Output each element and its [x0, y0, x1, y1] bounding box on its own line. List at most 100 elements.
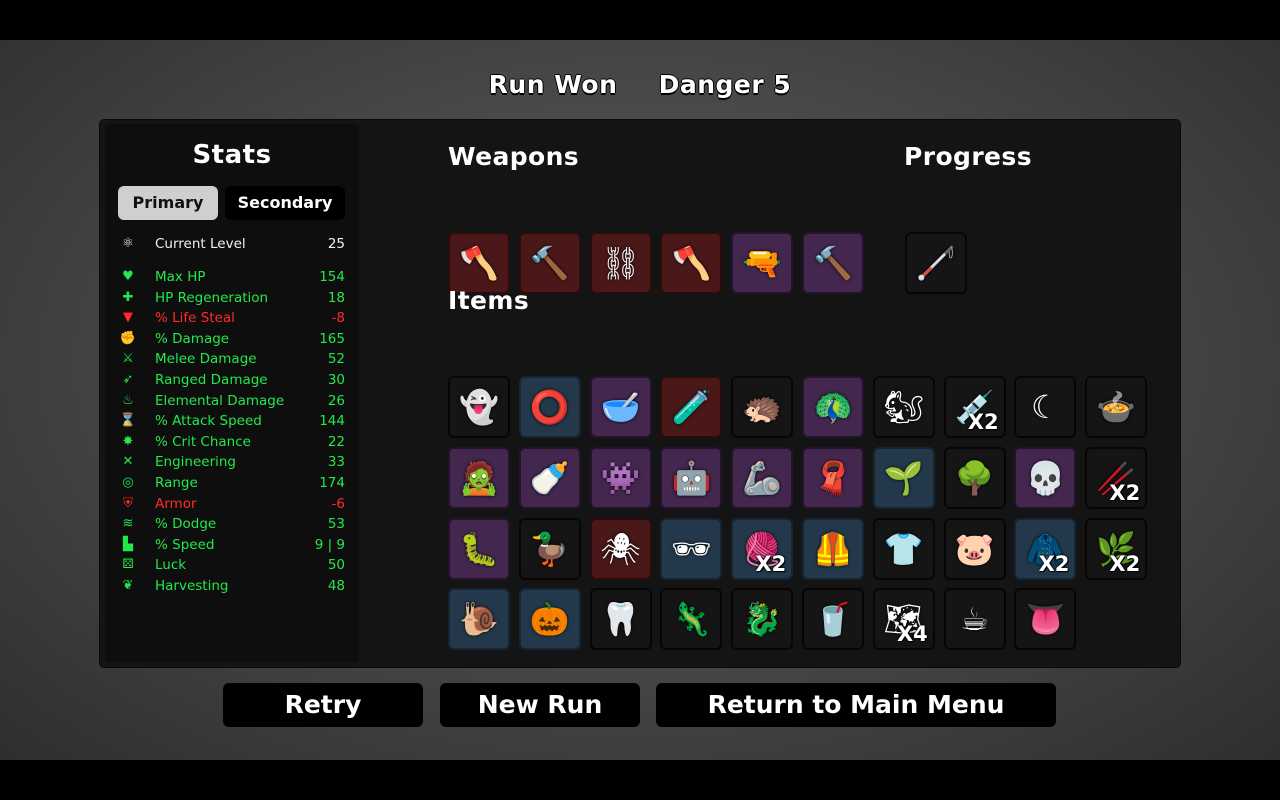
heart-plus-icon: ✚ — [122, 289, 134, 305]
summary-panel: Stats Primary Secondary ⚛ Current Level … — [100, 120, 1180, 667]
items-slot[interactable]: 🐷 — [943, 517, 1006, 580]
stat-value: 174 — [319, 475, 345, 491]
items-title: Items — [448, 286, 530, 315]
items-slot[interactable]: 🧥 X2 — [1014, 517, 1077, 580]
stat-row: ✸ % Crit Chance 22 — [119, 432, 345, 452]
new-run-button[interactable]: New Run — [440, 683, 640, 727]
items-slot[interactable]: 👻 — [448, 376, 510, 438]
item-quantity: X2 — [1109, 480, 1141, 505]
sword-icon: ⚔ — [122, 351, 134, 367]
stat-row: ♥ Max HP 154 — [119, 267, 345, 287]
items-slot[interactable]: 🥤 — [802, 588, 864, 651]
weapons-slot[interactable]: 🔨 — [802, 232, 864, 294]
items-slot[interactable]: 🦾 — [731, 446, 794, 509]
items-slot[interactable]: 🕶 — [660, 517, 723, 580]
main-menu-button[interactable]: Return to Main Menu — [656, 683, 1056, 727]
bow-icon: ➶ — [122, 372, 134, 387]
items-slot[interactable]: 🌱 — [872, 446, 935, 509]
stat-value: 30 — [327, 372, 345, 388]
robot-icon: 🤖 — [671, 458, 712, 497]
level-icon: ⚛ — [122, 236, 134, 251]
garden-icon: 🌱 — [883, 458, 924, 497]
stat-row-current-level: ⚛ Current Level 25 — [119, 234, 345, 254]
flame-icon: ♨ — [122, 392, 134, 408]
items-slot[interactable]: 🍼 — [518, 446, 581, 509]
items-slot[interactable]: 🐌 — [448, 588, 510, 651]
stat-row: ≋ % Dodge 53 — [119, 514, 345, 534]
items-slot[interactable]: 🍲 — [1085, 376, 1148, 438]
mortar-icon: 🥣 — [600, 388, 641, 426]
items-slot[interactable]: 🌳 — [943, 446, 1006, 509]
pumpkin-icon: 🎃 — [529, 600, 570, 639]
stat-value: 165 — [319, 330, 345, 347]
lizard-icon: 🦎 — [671, 600, 712, 639]
items-slot[interactable]: 🦷 — [589, 588, 652, 651]
stat-label: Luck — [155, 557, 187, 574]
tab-primary[interactable]: Primary — [118, 186, 218, 220]
items-slot[interactable]: 🥣 — [589, 376, 652, 438]
stat-value: 22 — [327, 433, 345, 450]
items-slot[interactable]: 🦎 — [660, 588, 723, 651]
items-slot[interactable]: ☾ — [1014, 376, 1077, 438]
items-slot[interactable]: 👅 — [1014, 588, 1077, 651]
stat-value: 9 | 9 — [314, 536, 345, 553]
tardigrade-icon: 🐛 — [459, 529, 499, 568]
stat-value: 52 — [327, 351, 345, 368]
stat-value: 25 — [327, 236, 345, 252]
weapons-slot[interactable]: 🔫 — [731, 232, 794, 294]
weapons-slot[interactable]: 🪓 — [660, 232, 723, 294]
items-slot[interactable]: 💀 — [1014, 446, 1077, 509]
items-slot[interactable]: 🦺 — [802, 517, 864, 580]
weapons-slot[interactable]: 🪓 — [448, 232, 510, 294]
items-slot[interactable]: 🦆 — [518, 517, 581, 580]
items-slot[interactable]: 👾 — [589, 446, 652, 509]
sickle-icon: ☾ — [1031, 388, 1060, 426]
items-slot[interactable]: 🦚 — [802, 376, 864, 438]
items-slot[interactable]: 🌿 X2 — [1085, 517, 1148, 580]
bandana-icon: 🧣 — [813, 458, 853, 497]
stat-row: ▼ % Life Steal -8 — [119, 308, 345, 328]
cauldron-icon: 🍲 — [1096, 388, 1137, 426]
retry-button[interactable]: Retry — [223, 683, 423, 727]
stat-row: ⌛ % Attack Speed 144 — [119, 411, 345, 431]
progress-slot[interactable]: 🦯 — [905, 232, 967, 294]
skull-hammer-icon: 🔨 — [529, 244, 570, 282]
weapons-title: Weapons — [448, 142, 580, 171]
tab-secondary[interactable]: Secondary — [225, 186, 345, 220]
items-slot[interactable]: 🧶 X2 — [731, 517, 794, 580]
items-slot[interactable]: 🗺 X4 — [872, 588, 935, 651]
stat-label: Engineering — [155, 454, 236, 471]
stat-value: 154 — [319, 269, 345, 285]
stat-row: ⚄ Luck 50 — [119, 555, 345, 575]
items-slot[interactable]: 👕 — [872, 517, 935, 580]
chain-whip-icon: ⛓ — [600, 244, 641, 282]
boot-icon: ▙ — [123, 536, 133, 552]
weapons-slot[interactable]: ⛓ — [589, 232, 652, 294]
items-slot[interactable]: 🐉 — [731, 588, 794, 651]
tongue-icon: 👅 — [1025, 600, 1066, 639]
items-slot[interactable]: 🐛 — [448, 517, 510, 580]
items-slot[interactable]: ☕ — [943, 588, 1006, 651]
stat-value: 26 — [327, 392, 345, 409]
run-header: Run Won Danger 5 — [0, 70, 1280, 99]
items-slot[interactable]: 🕷 — [589, 517, 652, 580]
items-slot[interactable]: ⭕ — [518, 376, 581, 438]
items-slot[interactable]: 🧟 — [448, 446, 510, 509]
stat-label: Harvesting — [155, 578, 229, 594]
stat-row: ✚ HP Regeneration 18 — [119, 288, 345, 308]
stats-title: Stats — [192, 140, 272, 170]
stat-value: -8 — [331, 310, 345, 327]
heart-icon: ♥ — [122, 269, 134, 284]
stat-value: 18 — [327, 289, 345, 306]
items-slot[interactable]: 💉 X2 — [943, 376, 1006, 438]
glasses-icon: 🕶 — [671, 529, 712, 568]
items-slot[interactable]: 🧪 — [660, 376, 723, 438]
items-slot[interactable]: 🎃 — [518, 588, 581, 651]
items-slot[interactable]: 🧣 — [802, 446, 864, 509]
weapons-slot[interactable]: 🔨 — [518, 232, 581, 294]
items-slot[interactable]: 🦔 — [731, 376, 794, 438]
item-quantity: X2 — [1038, 551, 1070, 576]
items-slot[interactable]: 🐿 — [872, 376, 935, 438]
items-slot[interactable]: 🥢 X2 — [1085, 446, 1148, 509]
items-slot[interactable]: 🤖 — [660, 446, 723, 509]
